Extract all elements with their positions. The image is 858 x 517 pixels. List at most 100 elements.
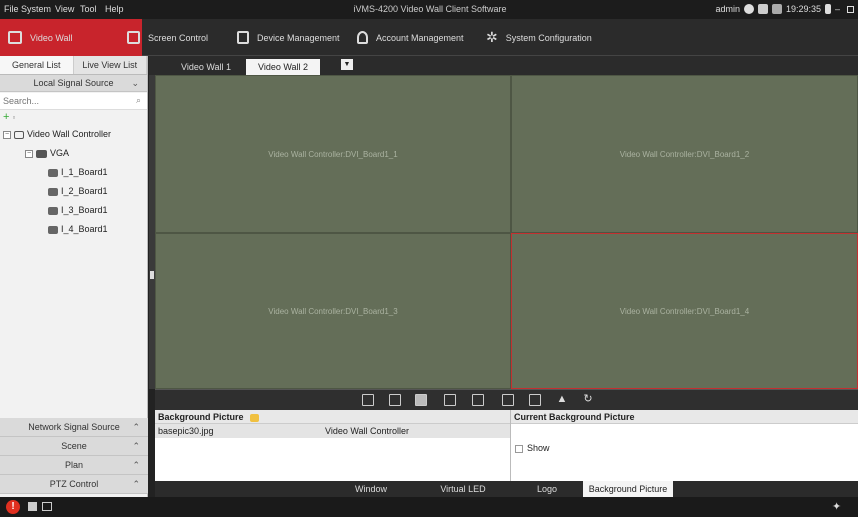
screen-control-label: Screen Control	[148, 32, 209, 43]
board-icon	[48, 225, 58, 234]
controller-icon	[14, 130, 24, 139]
account-management-button[interactable]: Account Management	[357, 19, 464, 56]
show-label: Show	[527, 443, 550, 453]
search-input[interactable]	[0, 93, 120, 108]
folder-icon[interactable]	[250, 413, 260, 422]
layer-icon[interactable]	[415, 394, 427, 406]
wall-cell[interactable]: Video Wall Controller:DVI_Board1_3	[155, 233, 511, 389]
tree-node-board[interactable]: I_2_Board1	[0, 182, 147, 201]
tab-dropdown-icon[interactable]: ▼	[341, 59, 353, 70]
maximize-icon[interactable]	[847, 5, 854, 13]
tree-node-vga[interactable]: − VGA	[0, 144, 147, 163]
background-picture-title: Background Picture	[158, 412, 244, 422]
video-wall-canvas[interactable]: Video Wall Controller:DVI_Board1_1 Video…	[155, 75, 858, 389]
user-name: admin	[715, 4, 740, 14]
bottom-sections: Network Signal Source ⌃ Scene ⌃ Plan ⌃ PTZ …	[0, 418, 148, 494]
tab-virtual-led[interactable]: Virtual LED	[427, 481, 499, 497]
system-configuration-label: System Configuration	[505, 32, 592, 43]
ptz-control-header[interactable]: PTZ Control ⌃	[0, 475, 148, 494]
network-signal-source-label: Network Signal Source	[28, 422, 120, 432]
scene-label: Scene	[61, 441, 87, 451]
screen-control-icon	[127, 31, 140, 44]
status-bar: ! ✦	[0, 497, 858, 517]
user-status: admin 19:29:35 –	[715, 4, 854, 14]
board-label: I_1_Board1	[61, 167, 108, 177]
tree-actions: + ▫	[0, 111, 147, 125]
background-row[interactable]: basepic30.jpg Video Wall Controller	[155, 424, 510, 438]
board-label: I_2_Board1	[61, 186, 108, 196]
video-wall-button[interactable]: Video Wall	[0, 19, 142, 56]
window-icon[interactable]	[362, 394, 374, 406]
plan-label: Plan	[64, 460, 83, 470]
wall-tabs: Video Wall 1 Video Wall 2 ▼	[149, 56, 858, 75]
folder-icon	[36, 149, 47, 158]
user-icon[interactable]	[743, 4, 754, 14]
board-label: I_3_Board1	[61, 205, 108, 215]
show-checkbox[interactable]	[515, 444, 523, 453]
fullscreen-icon[interactable]	[529, 394, 541, 406]
menu-system[interactable]: System	[21, 4, 51, 14]
vga-label: VGA	[50, 148, 70, 158]
alarm-icon[interactable]: !	[6, 500, 20, 514]
tree-node-controller[interactable]: − Video Wall Controller	[0, 125, 147, 144]
tab-live-view-list[interactable]: Live View List	[74, 56, 147, 74]
roam-icon[interactable]	[472, 394, 484, 406]
collapse-icon[interactable]: −	[3, 130, 11, 139]
bottom-tabs: Window Virtual LED Logo Background Pictu…	[155, 481, 858, 497]
menu-tool[interactable]: Tool	[80, 4, 97, 14]
tab-window[interactable]: Window	[335, 481, 407, 497]
add-icon[interactable]: +	[3, 111, 9, 123]
system-configuration-button[interactable]: ✲ System Configuration	[486, 19, 592, 56]
tab-background-picture[interactable]: Background Picture	[583, 481, 673, 497]
alarm-icon[interactable]: ▲	[556, 394, 568, 406]
tree-node-board[interactable]: I_4_Board1	[0, 220, 147, 239]
tab-video-wall-1[interactable]: Video Wall 1	[169, 59, 243, 75]
collapse-arrow-icon[interactable]	[150, 271, 154, 279]
menu-help[interactable]: Help	[105, 4, 124, 14]
screen-control-button[interactable]: Screen Control	[127, 19, 208, 56]
tab-general-list[interactable]: General List	[0, 56, 74, 74]
calendar-icon	[771, 4, 782, 14]
main-toolbar: Video Wall Screen Control Device Managem…	[0, 19, 858, 56]
scene-header[interactable]: Scene ⌃	[0, 437, 148, 456]
board-icon	[48, 206, 58, 215]
wall-cell[interactable]: Video Wall Controller:DVI_Board1_1	[155, 75, 511, 233]
split-icon[interactable]	[389, 394, 401, 406]
search-box: ⌕	[0, 93, 147, 110]
video-wall-label: Video Wall	[30, 32, 73, 43]
board-label: I_4_Board1	[61, 224, 108, 234]
chevron-down-icon: ⌄	[131, 78, 139, 88]
ptz-control-label: PTZ Control	[49, 479, 99, 489]
wall-cell[interactable]: Video Wall Controller:DVI_Board1_2	[511, 75, 858, 233]
local-signal-source-header[interactable]: Local Signal Source ⌄	[0, 75, 147, 92]
tree-node-board[interactable]: I_3_Board1	[0, 201, 147, 220]
collapse-icon[interactable]: −	[25, 149, 33, 158]
tree-node-board[interactable]: I_1_Board1	[0, 163, 147, 182]
delete-icon[interactable]: ▫	[13, 113, 16, 122]
grid-icon[interactable]	[502, 394, 514, 406]
board-icon	[48, 187, 58, 196]
lock-icon[interactable]	[28, 502, 37, 511]
wall-cell-selected[interactable]: Video Wall Controller:DVI_Board1_4	[511, 233, 858, 389]
tab-logo[interactable]: Logo	[511, 481, 583, 497]
lock-icon[interactable]	[825, 4, 831, 14]
controller-label: Video Wall Controller	[27, 129, 112, 139]
minimize-icon[interactable]: –	[835, 4, 843, 14]
pin-icon[interactable]: ✦	[832, 500, 841, 513]
menu-view[interactable]: View	[55, 4, 74, 14]
network-signal-source-header[interactable]: Network Signal Source ⌃	[0, 418, 148, 437]
background-device: Video Wall Controller	[325, 426, 410, 436]
menu-bar: File System View Tool Help iVMS-4200 Vid…	[0, 0, 858, 19]
chevron-up-icon: ⌃	[132, 460, 140, 470]
refresh-icon[interactable]: ↻	[582, 394, 594, 406]
tab-video-wall-2[interactable]: Video Wall 2	[246, 59, 321, 75]
device-management-button[interactable]: Device Management	[237, 19, 340, 56]
chevron-up-icon: ⌃	[132, 441, 140, 451]
search-icon[interactable]: ⌕	[136, 95, 141, 106]
monitor-icon[interactable]	[42, 502, 52, 511]
monitor-icon[interactable]	[757, 4, 768, 14]
picture-icon[interactable]	[444, 394, 456, 406]
show-option: Show	[511, 424, 858, 453]
menu-file[interactable]: File	[4, 4, 19, 14]
plan-header[interactable]: Plan ⌃	[0, 456, 148, 475]
